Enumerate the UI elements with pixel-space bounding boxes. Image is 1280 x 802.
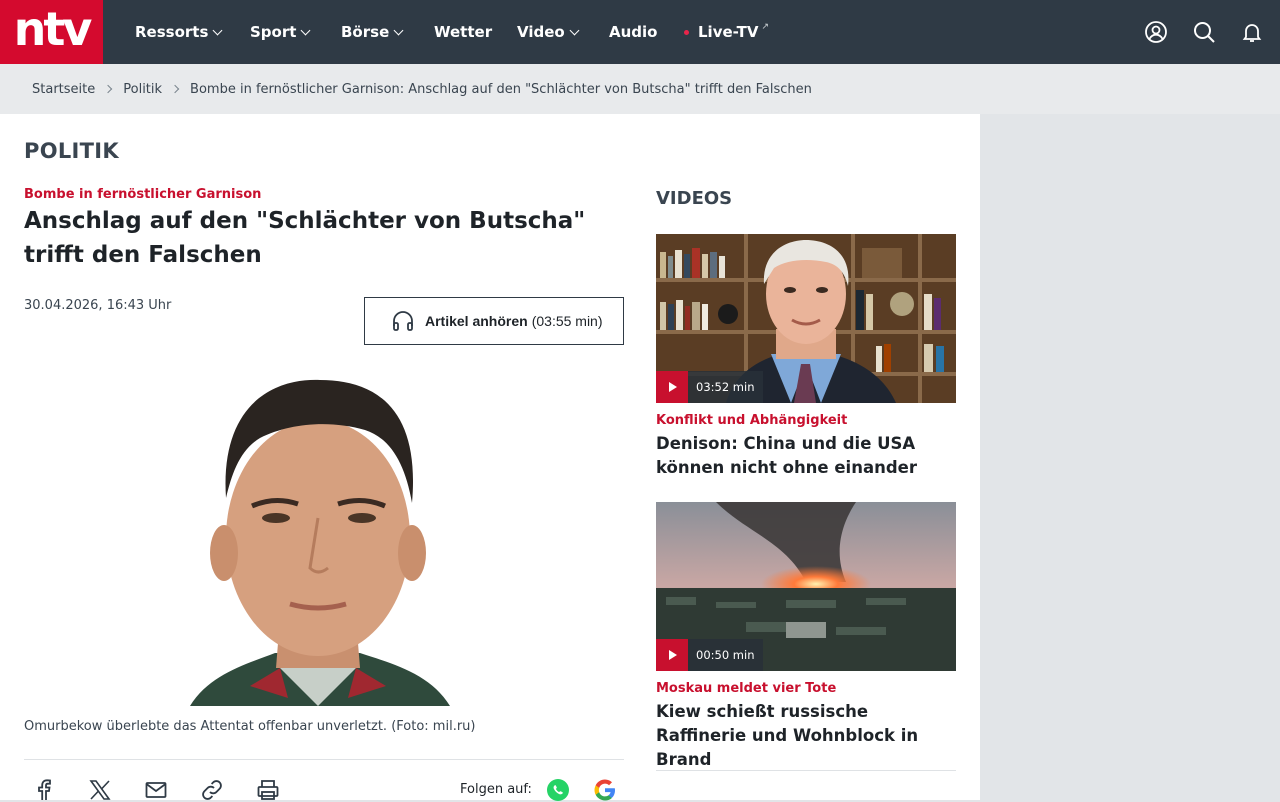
video-duration: 03:52 min xyxy=(688,371,764,403)
follow-label: Folgen auf: xyxy=(460,782,532,797)
facebook-icon[interactable] xyxy=(32,778,56,802)
nav-item-audio[interactable]: Audio xyxy=(609,0,657,64)
chevron-down-icon xyxy=(212,25,223,35)
bell-icon[interactable] xyxy=(1240,20,1264,44)
nav-item-live-tv[interactable]: Live-TV ↗ xyxy=(684,0,769,64)
divider xyxy=(24,759,624,760)
videos-title: VIDEOS xyxy=(656,188,733,209)
article-kicker: Bombe in fernöstlicher Garnison xyxy=(24,187,262,202)
breadcrumb-bar: Startseite Politik Bombe in fernöstliche… xyxy=(0,64,1280,114)
mail-icon[interactable] xyxy=(144,778,168,802)
whatsapp-icon[interactable] xyxy=(546,778,570,802)
google-icon[interactable] xyxy=(593,778,617,802)
search-icon[interactable] xyxy=(1192,20,1216,44)
breadcrumb-current: Bombe in fernöstlicher Garnison: Anschla… xyxy=(190,81,812,97)
video-title[interactable]: Kiew schießt russische Raffinerie und Wo… xyxy=(656,700,956,772)
live-dot-icon xyxy=(684,29,689,35)
headphones-icon xyxy=(393,311,413,331)
video-title[interactable]: Denison: China und die USA können nicht … xyxy=(656,432,956,480)
video-duration: 00:50 min xyxy=(688,639,764,671)
video-thumbnail[interactable]: 03:52 min xyxy=(656,234,956,403)
breadcrumb: Startseite Politik Bombe in fernöstliche… xyxy=(32,64,812,114)
article-headline: Anschlag auf den "Schlächter von Butscha… xyxy=(24,208,586,268)
divider xyxy=(656,770,956,771)
user-icon[interactable] xyxy=(1144,20,1168,44)
ntv-logo[interactable]: ntv xyxy=(0,0,103,64)
breadcrumb-politik[interactable]: Politik xyxy=(123,82,162,97)
section-title[interactable]: POLITIK xyxy=(24,139,119,163)
chevron-right-icon xyxy=(104,84,113,94)
video-kicker: Moskau meldet vier Tote xyxy=(656,681,837,696)
link-icon[interactable] xyxy=(200,778,224,802)
nav-item-boerse[interactable]: Börse xyxy=(341,0,404,64)
nav-item-wetter[interactable]: Wetter xyxy=(434,0,492,64)
nav-item-sport[interactable]: Sport xyxy=(250,0,311,64)
play-icon[interactable] xyxy=(656,371,688,403)
nav-item-ressorts[interactable]: Ressorts xyxy=(135,0,223,64)
article-date: 30.04.2026, 16:43 Uhr xyxy=(24,298,172,313)
x-icon[interactable] xyxy=(88,778,112,802)
chevron-down-icon xyxy=(569,25,580,35)
chevron-down-icon xyxy=(300,25,311,35)
nav-item-video[interactable]: Video xyxy=(517,0,580,64)
top-navigation: ntv Ressorts Sport Börse Wetter Video Au… xyxy=(0,0,1280,64)
video-play-overlay[interactable]: 00:50 min xyxy=(656,639,764,671)
print-icon[interactable] xyxy=(256,778,280,802)
play-icon[interactable] xyxy=(656,639,688,671)
chevron-down-icon xyxy=(393,25,404,35)
video-thumbnail[interactable]: 00:50 min xyxy=(656,502,956,671)
article-image[interactable] xyxy=(180,368,456,706)
external-link-icon: ↗ xyxy=(761,22,770,32)
video-card[interactable]: 03:52 min Konflikt und Abhängigkeit Deni… xyxy=(656,234,956,480)
breadcrumb-startseite[interactable]: Startseite xyxy=(32,82,95,97)
video-play-overlay[interactable]: 03:52 min xyxy=(656,371,764,403)
chevron-right-icon xyxy=(170,84,180,94)
listen-article-button[interactable]: Artikel anhören (03:55 min) xyxy=(364,297,624,345)
image-caption: Omurbekow überlebte das Attentat offenba… xyxy=(24,719,476,734)
video-kicker: Konflikt und Abhängigkeit xyxy=(656,413,848,428)
video-card[interactable]: 00:50 min Moskau meldet vier Tote Kiew s… xyxy=(656,502,956,772)
main-content: POLITIK Bombe in fernöstlicher Garnison … xyxy=(0,114,980,802)
